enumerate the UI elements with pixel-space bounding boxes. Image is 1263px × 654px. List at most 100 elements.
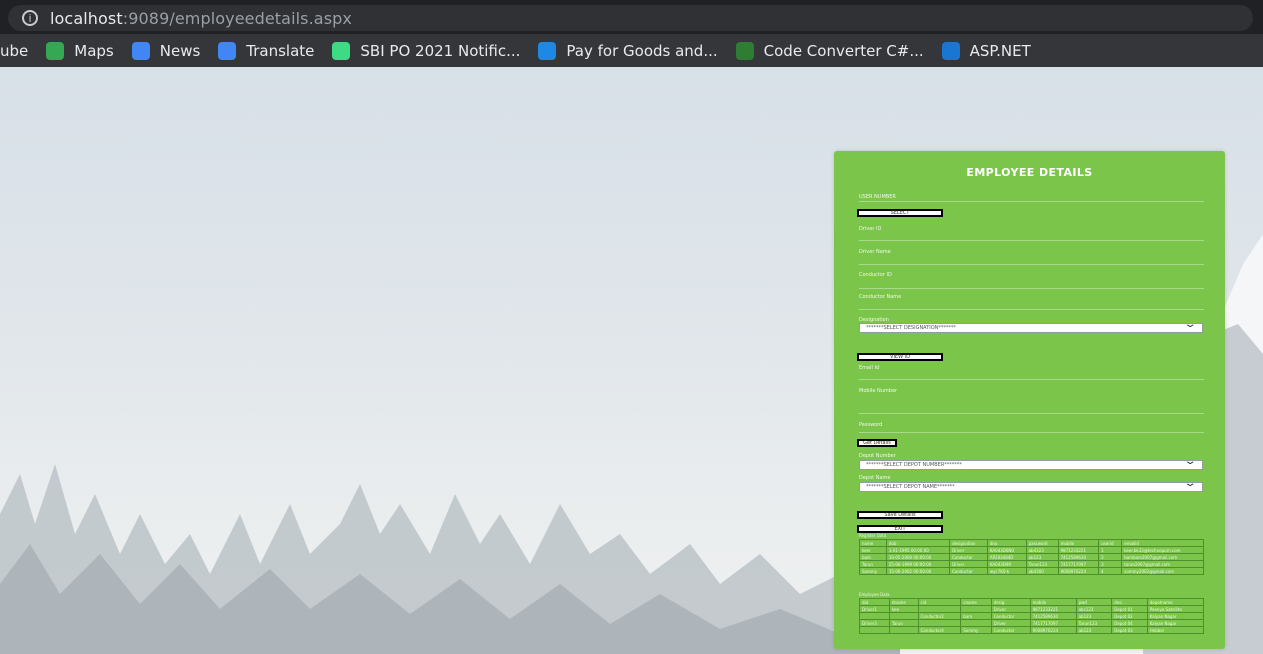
email-input[interactable]	[859, 379, 1204, 380]
table-cell: kee	[889, 605, 919, 613]
bookmark-2[interactable]: News	[131, 41, 201, 60]
password-input[interactable]	[859, 432, 1204, 433]
table-cell: dno	[986, 539, 1027, 547]
table-row: keer 1-01-1995 00:00:00 Driver KA043D6N0 ab4…	[859, 546, 1204, 554]
table-header-row: name dob designation dno password mobile useri…	[859, 539, 1204, 547]
table-cell: wyc7K0-k	[986, 567, 1027, 575]
designation-select[interactable]: *******SELECT DESIGNATION******* ⌄	[859, 320, 1203, 333]
url-path: :9089/employeedetails.aspx	[122, 8, 352, 28]
driver-id-input[interactable]	[859, 240, 1204, 241]
table-row: Conductor4 Sommy Conductor 9008970224 ab123 D…	[859, 626, 1205, 634]
address-bar[interactable]: i localhost:9089/employeedetails.aspx	[8, 5, 1253, 31]
page-title: EMPLOYEE DETAILS	[966, 166, 1093, 179]
user-number-input[interactable]	[859, 201, 1204, 202]
mobile-input[interactable]	[859, 413, 1204, 414]
driver-id-label: Driver ID	[859, 226, 882, 232]
table-cell: 9008970224	[1029, 626, 1077, 634]
bookmark-label: Translate	[246, 41, 315, 60]
table-cell: ab123	[1075, 626, 1113, 634]
bookmark-6[interactable]: Code Converter C#...	[735, 41, 924, 60]
get-details-button[interactable]: Get Details	[857, 439, 897, 447]
table-cell: pwd	[1075, 598, 1113, 606]
bookmark-3[interactable]: Translate	[218, 41, 315, 60]
sbi-icon	[332, 41, 351, 60]
table-cell: tarun2007@gmail.com	[1121, 560, 1204, 568]
table-cell: keer	[859, 546, 887, 554]
table-cell: did	[859, 598, 890, 606]
table-cell	[917, 605, 962, 613]
bookmark-4[interactable]: SBI PO 2021 Notific...	[332, 41, 521, 60]
email-label: Email Id	[859, 365, 880, 371]
table-cell: mobile	[1029, 598, 1077, 606]
employee-details-panel: EMPLOYEE DETAILS USER NUMBER SELECT Driv…	[834, 151, 1225, 649]
select-button[interactable]: SELECT	[857, 209, 943, 217]
maps-icon	[46, 41, 65, 60]
table-cell: Tarun123	[1025, 560, 1059, 568]
table-cell: Depot 02	[1111, 612, 1148, 620]
table-cell: Conductor2	[917, 612, 962, 620]
bookmark-label: ube	[0, 41, 29, 60]
table-cell: keer.bk33@technopurn.com	[1121, 546, 1204, 554]
bookmark-label: News	[159, 41, 201, 60]
table-cell: Tarun123	[1075, 619, 1113, 627]
employee-data-caption: Employee Data	[859, 592, 890, 597]
table-cell: KA043D99	[986, 560, 1027, 568]
bookmark-1[interactable]: Maps	[46, 41, 114, 60]
view-id-button[interactable]: VIEW ID	[857, 353, 943, 361]
table-cell	[889, 612, 919, 620]
table-cell: dno	[1111, 598, 1148, 606]
table-row: Tarun 25-06-1999 00:00:00 Driver KA043D99 Ta…	[859, 560, 1204, 568]
table-cell: password	[1025, 539, 1059, 547]
bookmark-label: Pay for Goods and...	[566, 41, 718, 60]
depot-number-select[interactable]: *******SELECT DEPOT NUMBER******* ⌄	[859, 457, 1203, 470]
conductor-name-input[interactable]	[859, 309, 1204, 310]
table-cell: 3	[1098, 560, 1123, 568]
table-cell	[889, 626, 919, 634]
bookmark-5[interactable]: Pay for Goods and...	[538, 41, 718, 60]
table-cell: bambam2007@gmail.com	[1121, 553, 1204, 561]
register-data-caption: Register Data	[859, 533, 887, 538]
table-cell: sommy2002@gmail.com	[1121, 567, 1204, 575]
save-details-button[interactable]: Save Details	[857, 511, 943, 519]
table-header-row: did dname cid cname desig mobile pwd dno depotna…	[859, 598, 1205, 606]
table-cell: cname	[960, 598, 992, 606]
table-cell: bam	[859, 553, 887, 561]
info-icon[interactable]: i	[22, 10, 38, 26]
mobile-label: Mobile Number	[859, 388, 898, 394]
conductor-id-label: Conductor ID	[859, 272, 892, 278]
bookmark-label: Code Converter C#...	[763, 41, 924, 60]
table-cell	[917, 619, 962, 627]
driver-name-input[interactable]	[859, 264, 1204, 265]
asp-icon	[941, 41, 960, 60]
table-cell	[859, 612, 890, 620]
table-cell: 4	[1098, 567, 1123, 575]
designation-value: *******SELECT DESIGNATION*******	[866, 325, 956, 331]
table-cell: 9871233221	[1057, 546, 1100, 554]
table-row: Driver1 kee Driver 9871233221 abc123 Depot 01…	[859, 605, 1205, 613]
exit-button[interactable]: EXIT	[857, 525, 943, 533]
table-cell: Kalyan Nagar	[1146, 619, 1205, 627]
depot-number-value: *******SELECT DEPOT NUMBER*******	[866, 462, 962, 468]
table-cell: Driver	[990, 605, 1031, 613]
table-cell: 15-06-2002 00:00:00	[885, 567, 951, 575]
url-text[interactable]: localhost:9089/employeedetails.aspx	[50, 9, 352, 28]
conductor-name-label: Conductor Name	[859, 294, 902, 300]
table-cell: Depot 04	[1111, 619, 1148, 627]
table-cell: Conductor	[949, 553, 988, 561]
table-cell: 2	[1098, 553, 1123, 561]
table-cell: Conductor	[990, 612, 1031, 620]
bookmark-label: SBI PO 2021 Notific...	[360, 41, 521, 60]
password-label: Password	[859, 422, 883, 428]
table-cell: desig	[990, 598, 1031, 606]
table-cell: Peenya Satellite	[1146, 605, 1205, 613]
table-cell: 9008970224	[1057, 567, 1100, 575]
table-row: Driver3 Tarun Driver 7417717097 Tarun123 Depo…	[859, 619, 1205, 627]
table-cell: Depot 01	[1111, 605, 1148, 613]
bookmark-0[interactable]: ube	[0, 42, 28, 60]
table-cell	[960, 605, 992, 613]
depot-name-select[interactable]: *******SELECT DEPOT NAME******* ⌄	[859, 479, 1203, 492]
news-icon	[131, 41, 150, 60]
conductor-id-input[interactable]	[859, 288, 1204, 289]
bookmark-7[interactable]: ASP.NET	[941, 41, 1031, 60]
bookmarks-bar: ube Maps News Translate SBI PO 2021 Notific.…	[0, 34, 1263, 67]
